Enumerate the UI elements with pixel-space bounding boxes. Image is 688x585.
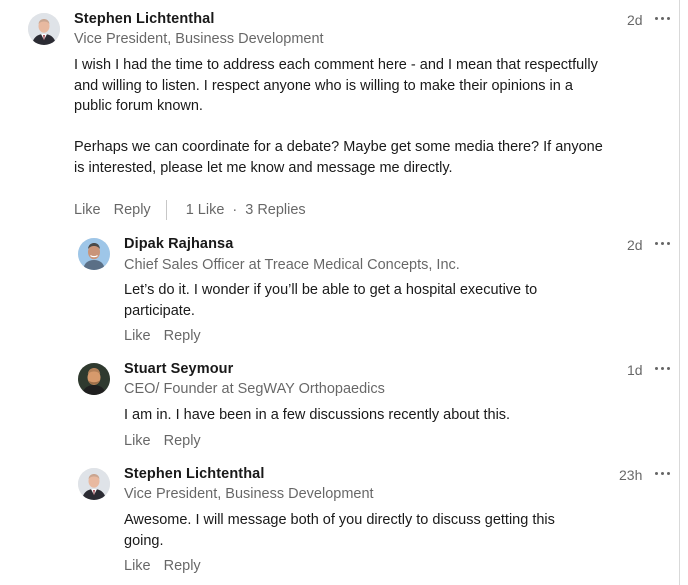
comment-body: Let’s do it. I wonder if you’ll be able …	[124, 282, 538, 319]
comment-body: Awesome. I will message both of you dire…	[124, 512, 555, 549]
author-name[interactable]: Stephen Lichtenthal	[124, 466, 264, 482]
comment-timestamp: 2d	[627, 12, 643, 28]
comment-actions: Like Reply	[124, 430, 214, 452]
avatar[interactable]	[78, 238, 110, 270]
more-options-icon[interactable]	[655, 16, 673, 22]
more-options-icon[interactable]	[655, 241, 673, 247]
like-button[interactable]: Like	[124, 433, 151, 449]
person-avatar-icon	[78, 238, 110, 270]
person-suit-avatar-icon	[78, 468, 110, 500]
avatar[interactable]	[28, 13, 60, 45]
author-headline: Vice President, Business Development	[74, 31, 324, 47]
comment-actions: Like Reply	[124, 555, 214, 577]
comment-thread: Stephen Lichtenthal Vice President, Busi…	[0, 0, 680, 585]
comment-actions: Like Reply	[124, 325, 214, 347]
comment-paragraph: Perhaps we can coordinate for a debate? …	[74, 139, 603, 176]
separator-dot: ·	[232, 202, 238, 218]
avatar[interactable]	[78, 363, 110, 395]
replies-count[interactable]: 3 Replies	[245, 202, 305, 218]
person-suit-avatar-icon	[28, 13, 60, 45]
comment-timestamp: 2d	[627, 237, 643, 253]
comment-timestamp: 1d	[627, 362, 643, 378]
reply-button[interactable]: Reply	[164, 558, 201, 574]
like-button[interactable]: Like	[124, 558, 151, 574]
reply-button[interactable]: Reply	[114, 202, 151, 218]
comment-body: I wish I had the time to address each co…	[74, 55, 614, 178]
divider	[165, 200, 167, 220]
comment-paragraph: I wish I had the time to address each co…	[74, 57, 598, 114]
person-avatar-icon	[78, 363, 110, 395]
comment-body: I am in. I have been in a few discussion…	[124, 407, 511, 423]
author-name[interactable]: Stephen Lichtenthal	[74, 11, 214, 27]
likes-count[interactable]: 1 Like	[186, 202, 225, 218]
reply-button[interactable]: Reply	[164, 433, 201, 449]
author-name[interactable]: Dipak Rajhansa	[124, 236, 233, 252]
author-headline: Vice President, Business Development	[124, 486, 374, 502]
comment-actions: Like Reply 1 Like · 3 Replies	[74, 199, 306, 221]
like-button[interactable]: Like	[124, 328, 151, 344]
more-options-icon[interactable]	[655, 366, 673, 372]
reply-button[interactable]: Reply	[164, 328, 201, 344]
comment-timestamp: 23h	[619, 467, 643, 483]
like-button[interactable]: Like	[74, 202, 101, 218]
avatar[interactable]	[78, 468, 110, 500]
author-headline: Chief Sales Officer at Treace Medical Co…	[124, 257, 460, 273]
author-headline: CEO/ Founder at SegWAY Orthopaedics	[124, 381, 385, 397]
more-options-icon[interactable]	[655, 471, 673, 477]
author-name[interactable]: Stuart Seymour	[124, 361, 233, 377]
